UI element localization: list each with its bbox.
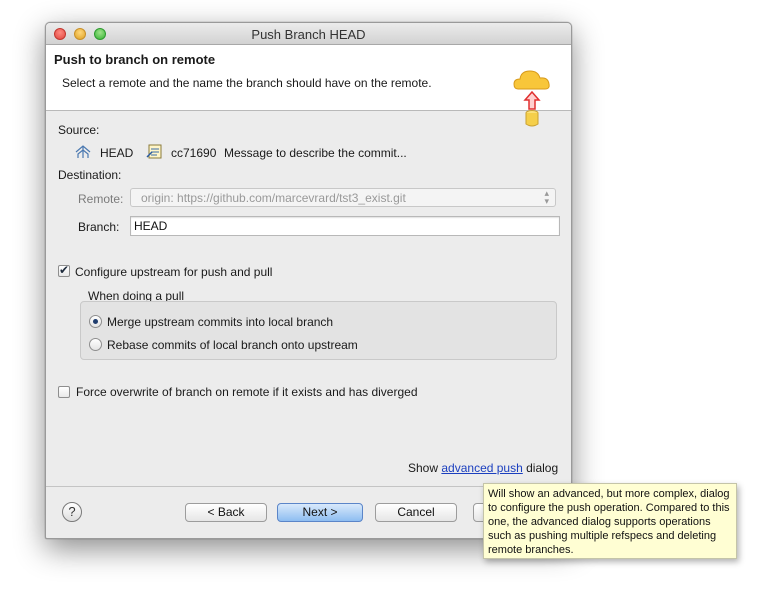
help-icon[interactable]: ?: [62, 502, 82, 522]
remote-select[interactable]: origin: https://github.com/marcevrard/ts…: [130, 188, 556, 207]
advanced-push-line: Show advanced push dialog: [408, 461, 558, 475]
remote-label: Remote:: [78, 192, 124, 206]
force-overwrite-label[interactable]: Force overwrite of branch on remote if i…: [76, 385, 418, 399]
cloud-upload-icon: [513, 70, 550, 127]
force-overwrite-checkbox[interactable]: [58, 386, 70, 398]
branch-icon: [75, 145, 91, 158]
source-ref: HEAD: [100, 146, 134, 160]
commit-id: cc71690: [171, 146, 217, 160]
select-arrows-icon: ▴ ▾: [544, 188, 549, 206]
wizard-banner: Push to branch on remote Select a remote…: [46, 45, 571, 127]
rebase-radio[interactable]: [89, 338, 102, 351]
wizard-title: Push to branch on remote: [54, 52, 216, 67]
commit-message: Message to describe the commit...: [224, 146, 407, 160]
back-button[interactable]: < Back: [185, 503, 267, 522]
source-label: Source:: [58, 123, 100, 137]
cancel-button[interactable]: Cancel: [375, 503, 457, 522]
title-bar[interactable]: Push Branch HEAD: [46, 23, 571, 45]
commit-icon: [146, 144, 162, 159]
remote-value: origin: https://github.com/marcevrard/ts…: [141, 191, 406, 205]
configure-upstream-checkbox[interactable]: [58, 263, 70, 277]
advanced-push-tooltip: Will show an advanced, but more complex,…: [483, 483, 737, 559]
wizard-description: Select a remote and the name the branch …: [62, 76, 432, 90]
merge-radio[interactable]: [89, 315, 102, 328]
advanced-prefix: Show: [408, 461, 439, 475]
next-button[interactable]: Next >: [277, 503, 363, 522]
branch-label: Branch:: [78, 220, 120, 234]
merge-radio-label[interactable]: Merge upstream commits into local branch: [107, 315, 333, 329]
destination-label: Destination:: [58, 168, 122, 182]
configure-upstream-label[interactable]: Configure upstream for push and pull: [75, 265, 272, 279]
branch-input[interactable]: [130, 216, 560, 236]
advanced-suffix: dialog: [526, 461, 559, 475]
push-branch-dialog: Push Branch HEAD Push to branch on remot…: [45, 22, 572, 539]
window-title: Push Branch HEAD: [251, 27, 366, 42]
rebase-radio-label[interactable]: Rebase commits of local branch onto upst…: [107, 338, 358, 352]
advanced-push-link[interactable]: advanced push: [441, 461, 522, 475]
